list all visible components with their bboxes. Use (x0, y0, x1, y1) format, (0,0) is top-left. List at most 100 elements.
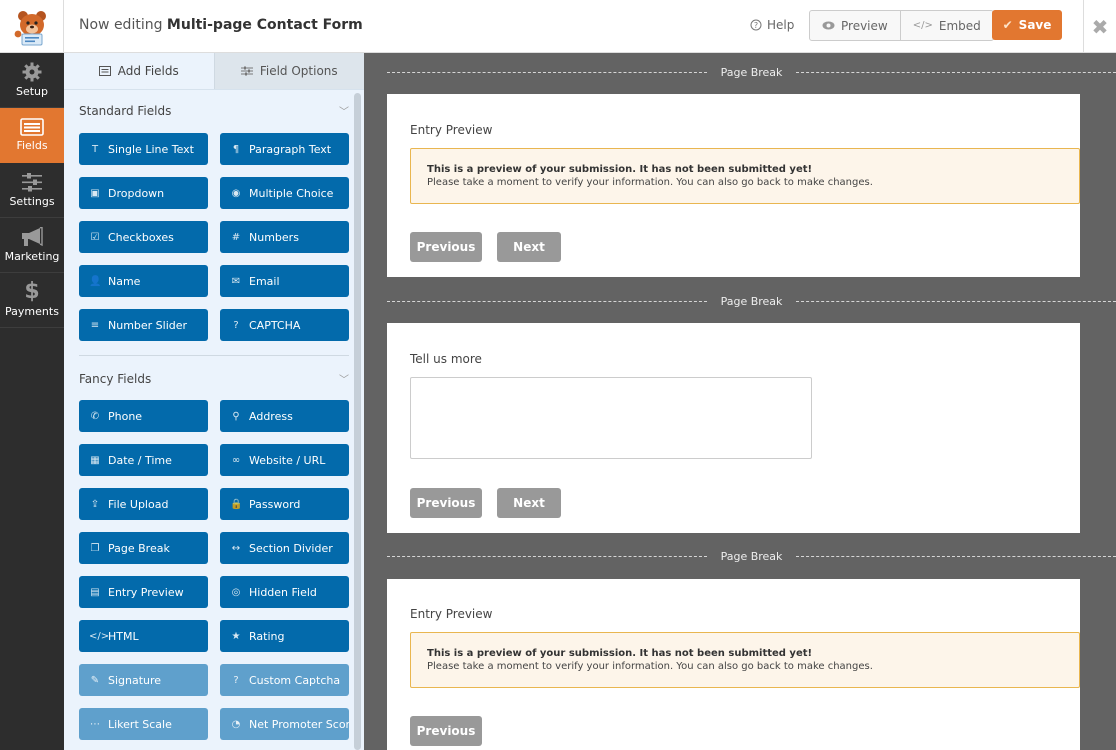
fancy-fields-header[interactable]: Fancy Fields ﹀ (79, 371, 349, 387)
megaphone-icon (22, 227, 43, 247)
page-break-label: Page Break (720, 65, 783, 79)
entry-preview-icon: ▤ (90, 586, 100, 598)
close-icon: ✖ (1091, 14, 1109, 39)
website-url-icon: ∞ (231, 454, 241, 466)
page-break-icon: ❐ (90, 542, 100, 554)
field-button-label: Signature (108, 673, 162, 687)
dropdown-icon: ▣ (90, 187, 100, 199)
field-button-single-line-text[interactable]: T Single Line Text (79, 133, 208, 165)
wpforms-logo (0, 0, 64, 53)
previous-button[interactable]: Previous (410, 232, 482, 262)
field-button-label: Hidden Field (249, 585, 317, 599)
gear-icon (22, 62, 42, 82)
likert-scale-icon: ⋯ (90, 718, 100, 730)
address-icon: ⚲ (232, 410, 240, 422)
previous-button[interactable]: Previous (410, 716, 482, 746)
field-button-address[interactable]: ⚲ Address (220, 400, 349, 432)
field-label: Entry Preview (410, 123, 493, 137)
tab-add-fields[interactable]: Add Fields (64, 53, 214, 89)
field-button-entry-preview[interactable]: ▤ Entry Preview (79, 576, 208, 608)
field-button-checkboxes[interactable]: ☑ Checkboxes (79, 221, 208, 253)
nav-item-marketing[interactable]: Marketing (0, 218, 64, 273)
notice-bold: This is a preview of your submission. It… (427, 648, 813, 659)
field-button-label: Email (249, 274, 280, 288)
field-button-paragraph-text[interactable]: ¶ Paragraph Text (220, 133, 349, 165)
field-button-hidden-field[interactable]: ◎ Hidden Field (220, 576, 349, 608)
field-button-label: Rating (249, 629, 285, 643)
nav-label: Fields (16, 139, 48, 152)
field-button-captcha[interactable]: ? CAPTCHA (220, 309, 349, 341)
sliders-icon (22, 173, 42, 192)
field-button-phone[interactable]: ✆ Phone (79, 400, 208, 432)
entry-preview-notice: This is a preview of your submission. It… (410, 148, 1080, 204)
panel-scrollbar[interactable] (354, 93, 361, 750)
field-label: Entry Preview (410, 607, 493, 621)
field-button-password[interactable]: 🔒 Password (220, 488, 349, 520)
panel-tabs: Add Fields Field Options (64, 53, 364, 90)
help-icon: ? (750, 19, 762, 31)
field-button-section-divider[interactable]: ↔ Section Divider (220, 532, 349, 564)
embed-button[interactable]: </> Embed (899, 11, 993, 40)
form-page-2[interactable]: Tell us more Previous Next (387, 323, 1080, 533)
field-button-number-slider[interactable]: ≡ Number Slider (79, 309, 208, 341)
nav-item-setup[interactable]: Setup (0, 53, 64, 108)
field-button-label: Number Slider (108, 318, 188, 332)
field-button-page-break[interactable]: ❐ Page Break (79, 532, 208, 564)
form-canvas: Page Break Entry Preview This is a previ… (364, 53, 1116, 750)
field-button-website-url[interactable]: ∞ Website / URL (220, 444, 349, 476)
form-page-1[interactable]: Entry Preview This is a preview of your … (387, 94, 1080, 277)
help-label: Help (767, 18, 795, 32)
field-button-dropdown[interactable]: ▣ Dropdown (79, 177, 208, 209)
dollar-icon: $ (24, 279, 40, 304)
field-button-custom-captcha[interactable]: ? Custom Captcha (220, 664, 349, 696)
preview-button[interactable]: Preview (810, 11, 900, 40)
previous-button[interactable]: Previous (410, 488, 482, 518)
field-button-likert-scale[interactable]: ⋯ Likert Scale (79, 708, 208, 740)
field-button-date-time[interactable]: ▦ Date / Time (79, 444, 208, 476)
nav-label: Settings (9, 195, 55, 208)
embed-label: Embed (938, 18, 981, 33)
field-button-label: Custom Captcha (249, 673, 341, 687)
tab-field-options[interactable]: Field Options (213, 53, 364, 89)
field-button-label: Name (108, 274, 141, 288)
field-button-multiple-choice[interactable]: ◉ Multiple Choice (220, 177, 349, 209)
section-title: Fancy Fields (79, 371, 152, 386)
notice-text: Please take a moment to verify your info… (427, 177, 873, 188)
save-label: Save (1018, 18, 1052, 32)
field-button-label: Dropdown (108, 186, 165, 200)
field-button-name[interactable]: 👤 Name (79, 265, 208, 297)
tell-us-more-textarea[interactable] (410, 377, 812, 459)
eye-icon (822, 21, 835, 30)
notice-bold: This is a preview of your submission. It… (427, 164, 813, 175)
field-button-label: CAPTCHA (249, 318, 301, 332)
save-button[interactable]: ✔ Save (992, 10, 1062, 40)
nav-label: Payments (5, 305, 59, 318)
field-button-signature[interactable]: ✎ Signature (79, 664, 208, 696)
field-button-email[interactable]: ✉ Email (220, 265, 349, 297)
standard-fields-header[interactable]: Standard Fields ﹀ (79, 103, 349, 119)
help-link[interactable]: ? Help (750, 18, 794, 32)
svg-text:?: ? (754, 21, 758, 30)
page-break-divider: Page Break (387, 63, 1116, 81)
field-button-net-promoter-score[interactable]: ◔ Net Promoter Score (220, 708, 349, 740)
email-icon: ✉ (231, 275, 241, 287)
section-divider (79, 355, 349, 356)
page-break-divider: Page Break (387, 292, 1116, 310)
page-break-divider: Page Break (387, 547, 1116, 565)
preview-label: Preview (841, 18, 888, 33)
next-button[interactable]: Next (497, 488, 561, 518)
field-button-file-upload[interactable]: ⇪ File Upload (79, 488, 208, 520)
close-button[interactable]: ✖ (1083, 0, 1116, 53)
field-label: Tell us more (410, 352, 482, 366)
next-button[interactable]: Next (497, 232, 561, 262)
field-button-label: Numbers (249, 230, 299, 244)
nav-item-fields[interactable]: Fields (0, 108, 64, 163)
nav-item-payments[interactable]: $ Payments (0, 273, 64, 328)
field-button-numbers[interactable]: # Numbers (220, 221, 349, 253)
field-button-rating[interactable]: ★ Rating (220, 620, 349, 652)
nav-label: Setup (15, 85, 49, 98)
field-button-label: Entry Preview (108, 585, 184, 599)
field-button-html[interactable]: </> HTML (79, 620, 208, 652)
nav-item-settings[interactable]: Settings (0, 163, 64, 218)
form-page-3[interactable]: Entry Preview This is a preview of your … (387, 579, 1080, 750)
